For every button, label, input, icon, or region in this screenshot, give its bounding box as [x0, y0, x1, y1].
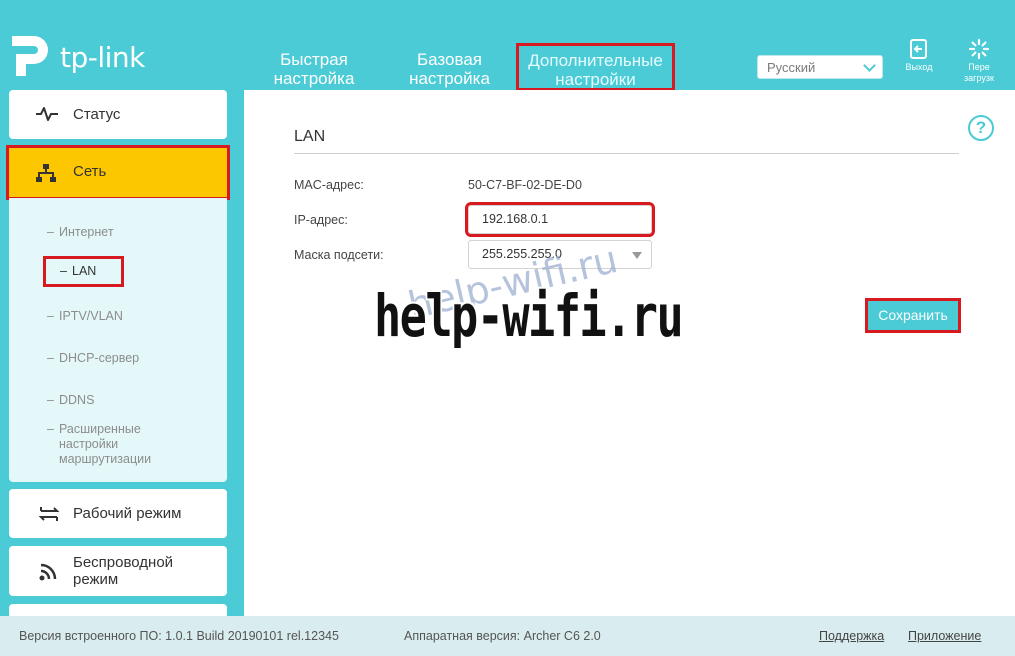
reboot-icon — [968, 38, 990, 60]
firmware-version: Версия встроенного ПО: 1.0.1 Build 20190… — [19, 629, 339, 643]
reboot-button[interactable]: Пере загрузк — [957, 38, 1001, 84]
hardware-version: Аппаратная версия: Archer C6 2.0 — [404, 629, 601, 643]
submenu-item-lan[interactable]: – LAN — [43, 256, 124, 287]
language-selected-value: Русский — [767, 60, 816, 75]
sidebar-item-work-mode[interactable]: Рабочий режим — [9, 489, 227, 538]
page-title: LAN — [294, 128, 326, 145]
logout-button[interactable]: Выход — [897, 38, 941, 73]
submenu-item-ddns[interactable]: – DDNS — [47, 393, 94, 408]
dropdown-arrow-icon — [632, 252, 642, 259]
sidebar-item-wireless[interactable]: Беспроводной режим — [9, 546, 227, 596]
mac-address-label: MAC-адрес: — [294, 178, 364, 192]
ip-address-label: IP-адрес: — [294, 213, 348, 227]
tab-quick-setup-line2: настройка — [273, 69, 355, 88]
help-icon[interactable]: ? — [968, 115, 994, 141]
logout-icon — [910, 39, 927, 59]
tab-quick-setup-line1: Быстрая — [280, 50, 348, 69]
reboot-label-line2: загрузк — [964, 73, 994, 83]
tab-basic[interactable]: Базовая настройка — [402, 50, 497, 88]
logout-label: Выход — [905, 62, 933, 72]
tab-basic-line1: Базовая — [417, 50, 482, 69]
reboot-label-line1: Пере — [968, 62, 990, 72]
sidebar-item-next[interactable] — [9, 604, 227, 616]
submenu-item-dhcp-server[interactable]: – DHCP-сервер — [47, 351, 139, 366]
watermark: help-wifi.ru — [374, 282, 684, 350]
footer: Версия встроенного ПО: 1.0.1 Build 20190… — [0, 616, 1015, 656]
sidebar-item-network[interactable]: Сеть — [6, 145, 230, 200]
subnet-mask-label: Маска подсети: — [294, 248, 384, 262]
network-submenu: – Интернет – LAN – IPTV/VLAN – DHCP-сервер –… — [9, 198, 227, 482]
main-content: LAN ? MAC-адрес: 50-C7-BF-02-DE-D0 IP-ад… — [244, 90, 1015, 616]
sidebar-item-status-label: Статус — [73, 106, 121, 123]
ip-address-value: 192.168.0.1 — [482, 212, 549, 226]
sidebar-item-wireless-label: Беспроводной режим — [73, 554, 174, 588]
network-icon — [36, 164, 56, 182]
sidebar-item-status[interactable]: Статус — [9, 90, 227, 139]
pulse-icon — [36, 107, 58, 121]
submenu-item-advanced-routing[interactable]: – Расширенные настройки маршрутизации — [47, 422, 179, 467]
tab-advanced[interactable]: Дополнительные настройки — [516, 43, 675, 91]
top-header: tp-link Быстрая настройка Базовая настро… — [0, 0, 1015, 91]
chevron-down-icon — [863, 59, 876, 72]
sidebar: Статус Сеть – Интернет – LAN – IPTV/VLAN – D… — [0, 90, 244, 616]
tab-basic-line2: настройка — [409, 69, 490, 88]
tab-quick-setup[interactable]: Быстрая настройка — [268, 50, 360, 88]
language-select[interactable]: Русский — [757, 55, 883, 79]
submenu-item-iptv-vlan[interactable]: – IPTV/VLAN — [47, 309, 123, 324]
support-link[interactable]: Поддержка — [819, 629, 884, 643]
swap-arrows-icon — [38, 507, 60, 521]
ip-address-input[interactable]: 192.168.0.1 — [465, 202, 655, 237]
tp-link-logo: tp-link — [8, 28, 158, 82]
brand-name: tp-link — [60, 41, 145, 74]
submenu-item-internet[interactable]: – Интернет — [47, 225, 114, 240]
tab-advanced-line2: настройки — [555, 70, 636, 89]
app-link[interactable]: Приложение — [908, 629, 981, 643]
sidebar-item-work-mode-label: Рабочий режим — [73, 505, 182, 522]
tab-advanced-line1: Дополнительные — [528, 51, 663, 70]
tp-link-logo-icon — [12, 36, 48, 76]
wireless-icon — [39, 563, 57, 581]
title-divider — [294, 153, 959, 154]
sidebar-item-network-label: Сеть — [73, 163, 107, 180]
mac-address-value: 50-C7-BF-02-DE-D0 — [468, 178, 582, 192]
save-button[interactable]: Сохранить — [865, 298, 961, 333]
